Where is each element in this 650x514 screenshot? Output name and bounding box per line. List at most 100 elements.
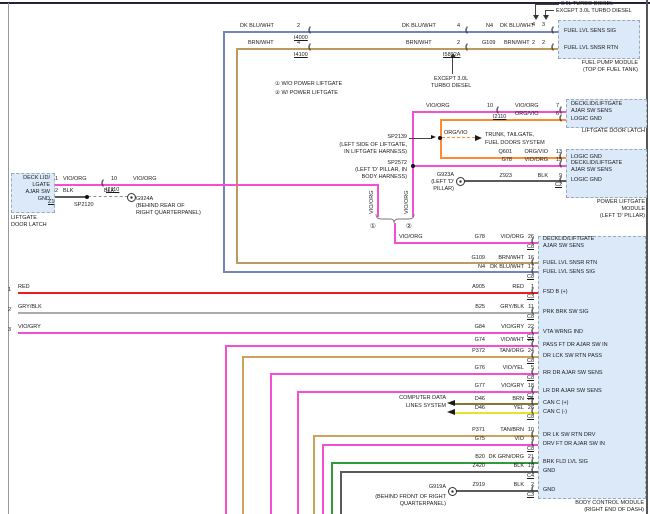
wire-vioorg-to-plm15 bbox=[412, 165, 566, 167]
latch-left-pin-name-2: LGATE bbox=[12, 182, 50, 189]
latch-right-color2: VIO/ORG bbox=[515, 103, 539, 110]
splice-sp2572-loc1: (LEFT 'D' PILLAR, IN bbox=[330, 167, 407, 174]
plm-r15-pin-name-l2: AJAR SW SENS bbox=[571, 167, 612, 174]
wire-vio-v bbox=[322, 444, 324, 514]
bcm-row-pin-name: DR LK SW RTN DRV bbox=[543, 432, 595, 439]
rtn-pin4-label: 2 bbox=[542, 40, 545, 47]
sig-pin2-label: 4 bbox=[457, 23, 460, 30]
bcm-row-pin-name: DR LCK SW RTN PASS bbox=[543, 353, 602, 360]
module-pin-connector-icon bbox=[531, 369, 533, 376]
ground-g919a-loc2: QUARTERPANEL) bbox=[360, 501, 446, 508]
bcm-module-location: (RIGHT END OF DASH) bbox=[544, 507, 644, 514]
latch-left-sig-color2: VIO/ORG bbox=[133, 176, 157, 183]
rtn-circuit-label: G109 bbox=[482, 40, 495, 47]
diesel-30l-note: 3.0L TURBO DIESEL bbox=[561, 1, 613, 8]
trunk-system-note-l2: FUEL DOORS SYSTEM bbox=[485, 140, 545, 147]
module-pin-connector-icon bbox=[531, 352, 533, 359]
diesel-bracket1-arrow-icon bbox=[533, 15, 539, 20]
sig-circuit-label: N4 bbox=[486, 23, 493, 30]
ground-g923a-label: G923A bbox=[426, 172, 454, 179]
splice-sp2120-dot bbox=[85, 195, 89, 199]
module-pin-connector-icon bbox=[531, 328, 533, 335]
bcm-row-pin-name: PASS FT DR AJAR SW IN bbox=[543, 342, 608, 349]
wire-vio-h bbox=[322, 444, 538, 446]
wire-z420-v bbox=[340, 471, 342, 514]
wire-dkbluwht-to-bcm bbox=[223, 271, 538, 273]
wire-dkgrnorg-v bbox=[331, 462, 333, 514]
plm-r9-pin-name: LOGIC GND bbox=[571, 177, 602, 184]
latch-left-pin10: 10 bbox=[111, 176, 117, 183]
wire-red-feed bbox=[18, 292, 538, 294]
diesel-except-note: EXCEPT 3.0L TURBO DIESEL bbox=[556, 8, 632, 15]
frame-left-border bbox=[8, 3, 9, 514]
feed3-color: VIO/GRY bbox=[18, 324, 41, 331]
splice-sp2139-dot bbox=[438, 136, 442, 140]
ground-g924a-loc1: (BEHIND REAR OF bbox=[136, 203, 185, 210]
wire-dkbluwht-top bbox=[223, 31, 558, 33]
module-pin-connector-icon bbox=[531, 288, 533, 295]
plm-module-name-l3: (LEFT 'D' PILLAR) bbox=[545, 213, 645, 220]
latch-right-color1: VIO/ORG bbox=[426, 103, 450, 110]
module-pin-connector-icon bbox=[559, 177, 561, 184]
rtn-pin2-label: 2 bbox=[457, 40, 460, 47]
splice-sp2139-loc2: IN LIFTGATE HARNESS) bbox=[330, 149, 407, 156]
bcm-row-pin-name: GND bbox=[543, 487, 555, 494]
computer-data-note-l1: COMPUTER DATA bbox=[366, 395, 446, 402]
ground-g924a-label: G924A bbox=[136, 196, 153, 203]
module-pin-connector-icon bbox=[559, 161, 561, 168]
wire-viowht-h bbox=[225, 345, 538, 347]
branch2-color-label: VIO/ORG bbox=[404, 190, 411, 214]
plm-module-name-l1: POWER LIFTGATE bbox=[545, 199, 645, 206]
latch-right-pin6-name: LOGIC GND bbox=[571, 116, 602, 123]
splice-sp2572-label: SP2572 bbox=[347, 160, 407, 167]
wire-vioorg-branch1 bbox=[377, 184, 379, 217]
bcm-row-pin-name: GND bbox=[543, 468, 555, 475]
latch-right-pin7-name-l2: AJAR SW SENS bbox=[571, 108, 612, 115]
latch-left-pin-name-3: AJAR SW bbox=[12, 189, 50, 196]
plm-module-name-l2: MODULE bbox=[545, 206, 645, 213]
diesel-bracket1-v bbox=[535, 4, 536, 15]
except-diesel-note-l1: EXCEPT 3.0L bbox=[434, 76, 468, 83]
bcm-row-pin-name: CAN C (+) bbox=[543, 400, 569, 407]
splice-sp2139-label: SP2139 bbox=[347, 134, 407, 141]
feed3-number: 3 bbox=[8, 327, 11, 334]
module-pin-connector-icon bbox=[551, 27, 553, 34]
computer-data-note-l2: LINES SYSTEM bbox=[366, 403, 446, 410]
wire-gryblk-feed bbox=[18, 312, 538, 314]
wire-viowht-v bbox=[225, 345, 227, 514]
ground-g919a-label: G919A bbox=[410, 484, 446, 491]
legend-line2: ② W/ POWER LIFTGATE bbox=[275, 90, 338, 97]
wire-viogry-feed bbox=[18, 332, 538, 334]
sp2139-branch-color: ORG/VIO bbox=[444, 130, 468, 137]
branch1-variant-circle: ① bbox=[370, 224, 376, 231]
bcm-row-pin-name: FUEL LVL SNSR RTN bbox=[543, 260, 597, 267]
bcm-row-pin-name2: AJAR SW SENS bbox=[543, 243, 584, 250]
module-pin-connector-icon bbox=[531, 308, 533, 315]
module-pin-connector-icon bbox=[531, 408, 533, 415]
feed1-number: 1 bbox=[8, 287, 11, 294]
diesel-bracket1-h bbox=[535, 4, 559, 5]
rtn-color3-label: BRN/WHT bbox=[504, 40, 530, 47]
bcm-row-pin-name: LR DR AJAR SW SENS bbox=[543, 388, 602, 395]
splice-sp2120-label: SP2120 bbox=[74, 202, 94, 209]
latch-right-org-color: ORG/VIO bbox=[515, 111, 539, 118]
bcm-row-pin-name: DRV FT DR AJAR SW IN bbox=[543, 441, 605, 448]
ground-g924a-icon bbox=[127, 193, 136, 202]
wire-vioyel-h bbox=[270, 373, 538, 375]
inline-connector-icon bbox=[465, 44, 467, 51]
ground-g923a-icon bbox=[456, 177, 465, 186]
wire-viogry2-v bbox=[297, 391, 299, 514]
fuel-module-location: (TOP OF FUEL TANK) bbox=[538, 67, 638, 74]
bcm-row-pin-name: VTA WRNG IND bbox=[543, 329, 583, 336]
inline-connector-icon bbox=[496, 107, 498, 114]
connector-i2110-right-label: I2110 bbox=[493, 114, 506, 121]
inline-connector-icon bbox=[465, 27, 467, 34]
legend-line1: ① W/O POWER LIFTGATE bbox=[275, 81, 342, 88]
wire-orgvio-dashed-branch bbox=[442, 137, 475, 138]
fuel-rtn-pin-name: FUEL LVL SNSR RTN bbox=[564, 45, 618, 52]
rtn-color1-label: BRN/WHT bbox=[248, 40, 274, 47]
module-pin-connector-icon bbox=[551, 44, 553, 51]
latch-right-module-name: LIFTGATE DOOR LATCH bbox=[545, 128, 645, 135]
wire-z420-h bbox=[340, 471, 538, 473]
wire-blk-latch-gnd bbox=[53, 196, 88, 198]
